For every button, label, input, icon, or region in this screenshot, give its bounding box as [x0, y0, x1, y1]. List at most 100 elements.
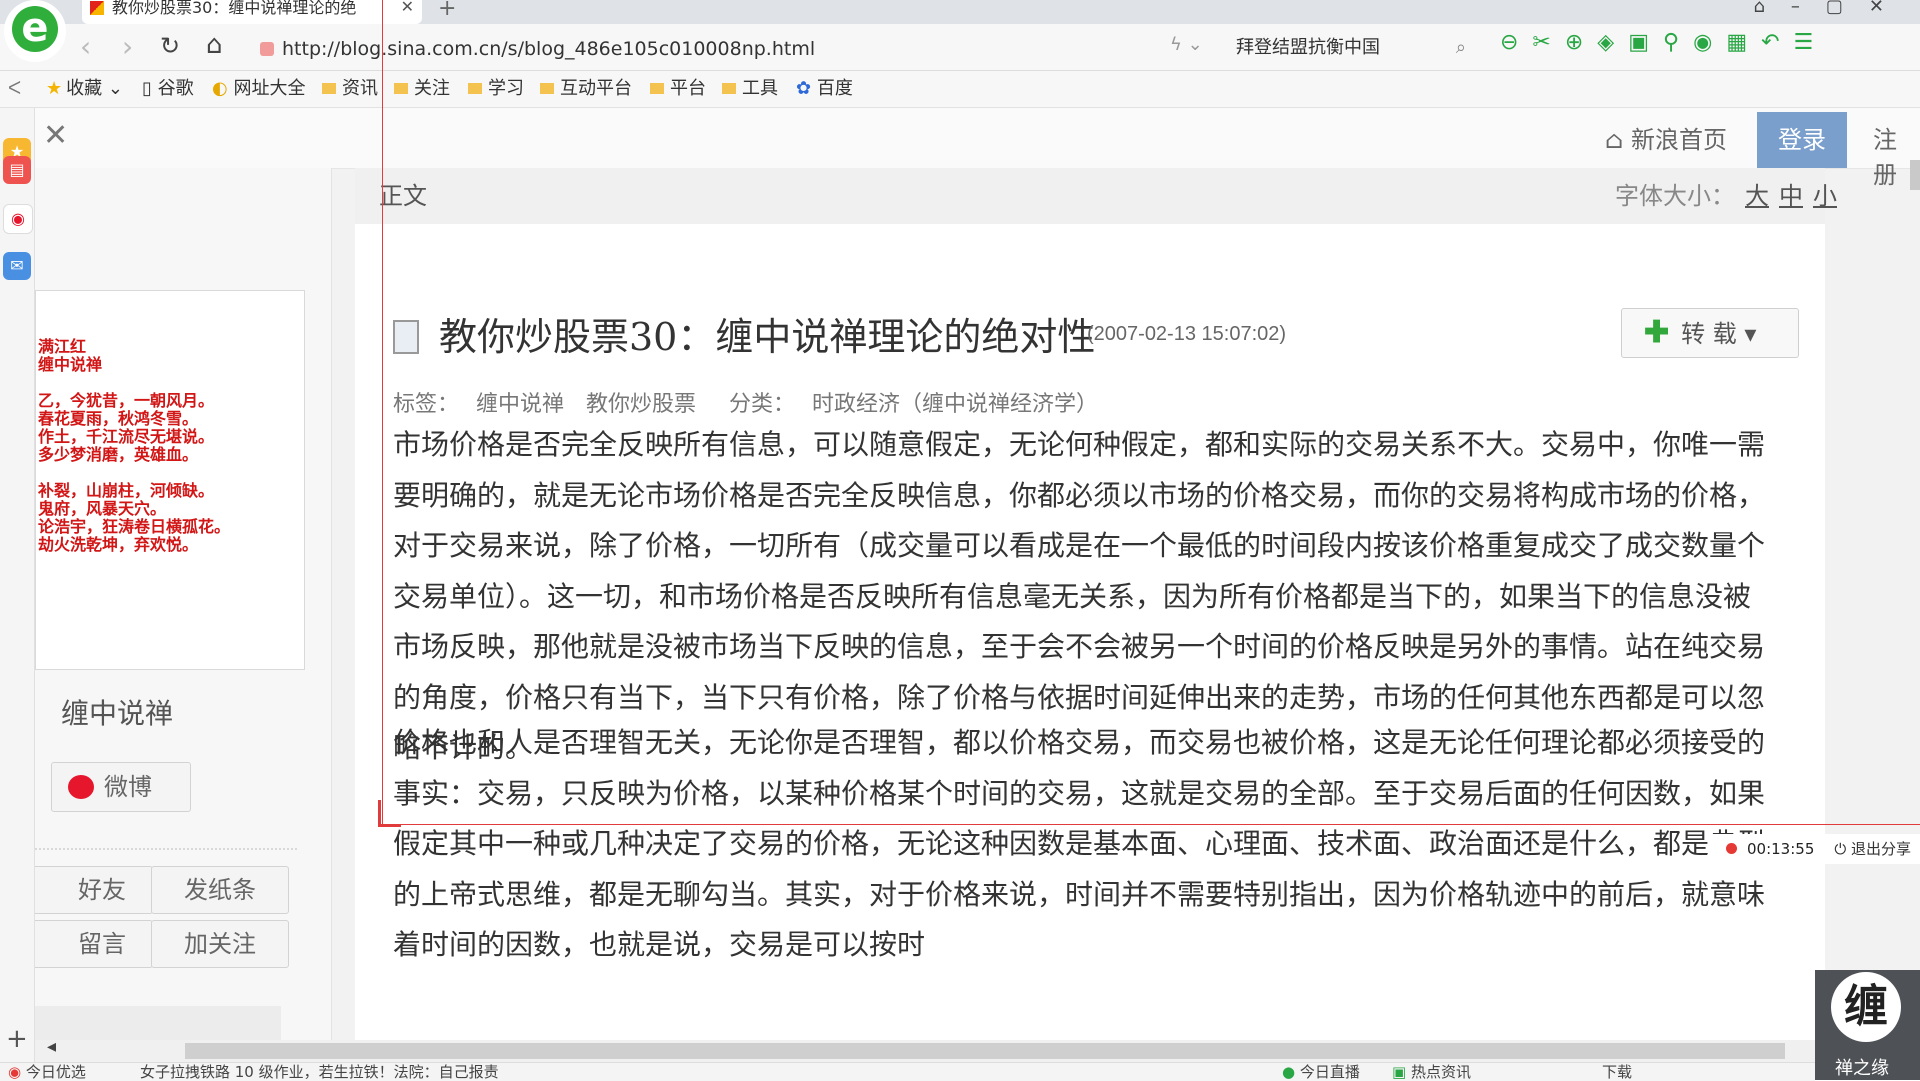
- bookmark-news[interactable]: 资讯: [322, 71, 378, 107]
- forward-icon[interactable]: ›: [122, 30, 133, 63]
- folder-icon: [540, 83, 554, 94]
- repost-button[interactable]: ✚ 转 载 ▾: [1621, 308, 1799, 358]
- home-icon[interactable]: ⌂: [206, 30, 223, 60]
- browser-tab[interactable]: 教你炒股票30：缠中说禅理论的绝 ✕: [82, 0, 422, 24]
- bookmark-baidu[interactable]: ✿ 百度: [796, 71, 853, 107]
- capture-guide-horizontal: [378, 824, 1920, 825]
- article-date: (2007-02-13 15:07:02): [1087, 323, 1287, 345]
- sidebar-spacer: [35, 1006, 281, 1040]
- bookmark-interactive[interactable]: 互动平台: [540, 71, 632, 107]
- leave-message-button[interactable]: 留言: [35, 920, 153, 968]
- add-friend-button[interactable]: 好友: [35, 866, 153, 914]
- url-bar[interactable]: http://blog.sina.com.cn/s/blog_486e105c0…: [260, 34, 1160, 64]
- reload-icon[interactable]: ↻: [160, 32, 180, 60]
- folder-icon: [650, 83, 664, 94]
- font-size-control: 字体大小：大中小: [1615, 182, 1837, 210]
- vertical-scrollbar-thumb[interactable]: [1910, 160, 1920, 190]
- bookmark-google[interactable]: ▯ 谷歌: [142, 71, 194, 107]
- login-button[interactable]: 登录: [1757, 112, 1847, 168]
- scroll-left-icon[interactable]: ◂: [47, 1036, 56, 1057]
- paw-icon: ✿: [796, 78, 812, 99]
- sina-home-link[interactable]: ⌂ 新浪首页: [1605, 120, 1727, 155]
- divider: [35, 848, 297, 850]
- scrollbar-thumb[interactable]: [185, 1043, 1785, 1059]
- folder-icon: [722, 83, 736, 94]
- blog-author-name: 缠中说禅: [61, 697, 174, 730]
- close-icon[interactable]: ✕: [43, 118, 68, 153]
- status-hot-news[interactable]: ▣ 热点资讯: [1392, 1063, 1471, 1081]
- weibo-icon[interactable]: ◉: [3, 204, 33, 234]
- notes-icon[interactable]: ▤: [3, 156, 31, 184]
- bookmark-hao123[interactable]: ◐ 网址大全: [212, 71, 305, 107]
- article-paragraph: 价格也和人是否理智无关，无论你是否理智，都以价格交易，而交易也被价格，这是无论任…: [393, 726, 1766, 961]
- add-sidebar-icon[interactable]: +: [6, 1024, 28, 1054]
- status-live[interactable]: ● 今日直播: [1282, 1063, 1360, 1081]
- sina-favicon-icon: [90, 1, 104, 15]
- tab-close-icon[interactable]: ✕: [401, 0, 414, 15]
- status-today-picks[interactable]: ◉ 今日优选: [8, 1063, 86, 1081]
- screen-share-bar: 00:13:55 ⏻ 退出分享: [1708, 834, 1920, 864]
- article-header-bar: 正文 字体大小：大中小: [355, 168, 1837, 224]
- bookmark-follow[interactable]: 关注: [394, 71, 450, 107]
- capture-region-corner[interactable]: [378, 800, 401, 827]
- article-tags: 标签： 缠中说禅 教你炒股票 分类： 时政经济（缠中说禅经济学）: [393, 392, 1099, 417]
- weibo-button[interactable]: 微博: [51, 762, 191, 812]
- exit-share-button[interactable]: ⏻ 退出分享: [1834, 840, 1911, 858]
- security-icon: [260, 42, 274, 56]
- bookmark-study[interactable]: 学习: [468, 71, 524, 107]
- weibo-icon: [68, 775, 94, 799]
- globe-icon: ◐: [212, 78, 228, 99]
- poem-line: 缠中说禅: [38, 355, 103, 374]
- extension-toolbar[interactable]: ⊖✂⊕◈▣⚲◉▦↶☰: [1500, 30, 1827, 55]
- star-icon: ★: [46, 78, 63, 99]
- search-input[interactable]: 拜登结盟抗衡中国 ⌕: [1236, 34, 1466, 62]
- poem-line: 多少梦消磨，英雄血。: [38, 445, 199, 464]
- horizontal-scrollbar[interactable]: ◂: [35, 1036, 1815, 1062]
- status-bar: ◉ 今日优选 女子拉拽铁路 10 级作业，若生拉铁！法院：自己报责 ● 今日直播…: [0, 1062, 1815, 1081]
- bookmarks-bar: ᐸ ★ 收藏 ⌄ ▯ 谷歌 ◐ 网址大全 资讯 关注 学习 互动平台 平台 工具 …: [0, 71, 1920, 108]
- house-icon: ⌂: [1605, 126, 1624, 154]
- status-download[interactable]: 下载: [1602, 1063, 1632, 1081]
- article-title: 教你炒股票30：缠中说禅理论的绝对性: [439, 315, 1096, 359]
- mail-icon[interactable]: ✉: [3, 252, 31, 280]
- sidebar-toggle-icon[interactable]: ᐸ: [8, 71, 21, 107]
- folder-icon: [322, 83, 336, 94]
- tag-links[interactable]: 缠中说禅 教你炒股票: [476, 392, 696, 417]
- article-panel: 正文 字体大小：大中小 教你炒股票30：缠中说禅理论的绝对性 (2007-02-…: [355, 168, 1837, 1040]
- tab-title: 教你炒股票30：缠中说禅理论的绝: [112, 0, 357, 16]
- web-page: ✕ ⌂ 新浪首页 登录 注册 满江红 缠中说禅 乙，今犹昔，一朝风月。 春花夏雨…: [35, 108, 1920, 1040]
- folder-icon: [468, 83, 482, 94]
- window-controls[interactable]: ⌂–▢✕: [1753, 0, 1910, 17]
- poem-image: 满江红 缠中说禅 乙，今犹昔，一朝风月。 春花夏雨，秋鸿冬雪。 作土，千江流尽无…: [35, 290, 305, 670]
- url-text: http://blog.sina.com.cn/s/blog_486e105c0…: [282, 38, 816, 60]
- folder-icon: [394, 83, 408, 94]
- category-link[interactable]: 时政经济（缠中说禅经济学）: [812, 392, 1098, 417]
- document-icon: [393, 320, 419, 354]
- sina-top-nav: ✕ ⌂ 新浪首页 登录 注册: [35, 108, 1920, 189]
- bookmark-platform[interactable]: 平台: [650, 71, 706, 107]
- search-icon[interactable]: ⌕: [1456, 34, 1466, 62]
- badge-caption: 禅之缘: [1835, 1058, 1889, 1079]
- font-size-medium[interactable]: 中: [1779, 182, 1803, 210]
- browser-sidebar: ★ ▤ ◉ ✉: [0, 108, 35, 1080]
- poem-line: 劫火洗乾坤，弃欢悦。: [38, 535, 199, 554]
- section-label: 正文: [379, 182, 427, 210]
- browser-logo[interactable]: e: [4, 0, 66, 62]
- new-tab-icon[interactable]: +: [438, 0, 456, 21]
- font-size-small[interactable]: 小: [1813, 182, 1837, 210]
- channel-badge: 缠 禅之缘: [1815, 970, 1920, 1080]
- badge-logo: 缠: [1831, 972, 1901, 1042]
- send-note-button[interactable]: 发纸条: [151, 866, 289, 914]
- bookmark-favorites[interactable]: ★ 收藏 ⌄: [46, 71, 123, 107]
- follow-button[interactable]: 加关注: [151, 920, 289, 968]
- blog-sidebar: 满江红 缠中说禅 乙，今犹昔，一朝风月。 春花夏雨，秋鸿冬雪。 作土，千江流尽无…: [35, 168, 332, 1040]
- lightning-icon[interactable]: ϟ ⌄: [1170, 34, 1203, 55]
- status-news-ticker[interactable]: 女子拉拽铁路 10 级作业，若生拉铁！法院：自己报责: [140, 1063, 499, 1081]
- capture-guide-vertical: [382, 0, 383, 825]
- back-icon[interactable]: ‹: [80, 30, 91, 63]
- search-text: 拜登结盟抗衡中国: [1236, 37, 1380, 58]
- bookmark-tools[interactable]: 工具: [722, 71, 778, 107]
- recording-dot-icon: [1726, 843, 1737, 854]
- font-size-large[interactable]: 大: [1745, 182, 1769, 210]
- plus-icon: ✚: [1644, 315, 1670, 350]
